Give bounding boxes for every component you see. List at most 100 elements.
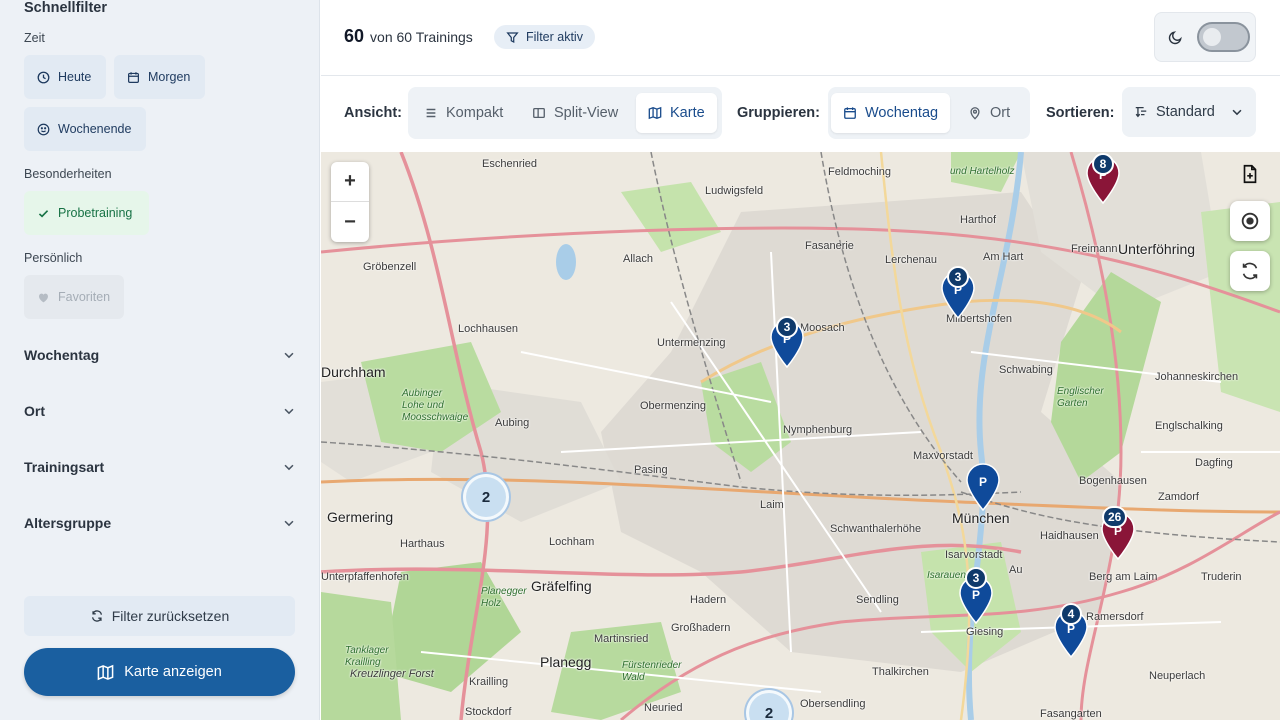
place-label: Giesing: [966, 626, 1004, 638]
chip-morgen[interactable]: Morgen: [114, 55, 205, 99]
place-label: Gräfelfing: [531, 578, 592, 594]
map-basemap: [321, 152, 1280, 720]
refresh-icon: [1242, 262, 1258, 280]
map-icon: [648, 106, 662, 120]
zoom-out-button[interactable]: −: [331, 202, 369, 242]
smile-icon: [37, 123, 50, 135]
chevron-down-icon: [284, 408, 294, 415]
place-label: Harthof: [960, 214, 997, 226]
place-label: Pasing: [634, 464, 668, 476]
filter-active-pill[interactable]: Filter aktiv: [494, 25, 595, 49]
gruppieren-label: Gruppieren:: [737, 105, 820, 121]
view-kompakt[interactable]: Kompakt: [412, 93, 515, 133]
view-karte-label: Karte: [670, 105, 705, 121]
marker-count-badge: 8: [1092, 153, 1114, 175]
place-label: Fasanerie: [805, 240, 854, 252]
view-karte[interactable]: Karte: [636, 93, 717, 133]
chevron-down-icon: [1232, 109, 1242, 116]
place-label: Laim: [760, 499, 784, 511]
filter-active-label: Filter aktiv: [526, 30, 583, 44]
accordion-wochentag-label: Wochentag: [24, 347, 100, 363]
place-label: Kreuzlinger Forst: [350, 668, 434, 680]
heart-icon: [39, 293, 48, 302]
marker-count-badge: 26: [1102, 506, 1128, 528]
calendar-icon: [844, 107, 856, 119]
locate-me-button[interactable]: [1230, 201, 1270, 241]
place-label: Au: [1009, 564, 1023, 576]
accordion-altersgruppe[interactable]: Altersgruppe: [24, 511, 296, 535]
place-label: Nymphenburg: [783, 424, 853, 436]
park-label: Planegger Holz: [481, 586, 527, 609]
export-button[interactable]: [1230, 154, 1270, 194]
section-label-besonderheiten: Besonderheiten: [24, 167, 112, 181]
place-label: Bogenhausen: [1079, 475, 1147, 487]
moon-icon: [1168, 31, 1182, 45]
place-label: Maxvorstadt: [913, 450, 973, 462]
ansicht-label: Ansicht:: [344, 105, 402, 121]
place-label: Neuried: [644, 702, 683, 714]
marker-count-badge: 4: [1060, 603, 1082, 625]
clock-icon: [37, 71, 50, 83]
zoom-control: + −: [331, 162, 369, 242]
check-icon: [38, 209, 49, 217]
marker-count-badge: 3: [776, 316, 798, 338]
map-marker-pin[interactable]: P: [965, 463, 1001, 511]
accordion-wochentag[interactable]: Wochentag: [24, 343, 296, 367]
place-label: Sendling: [856, 594, 899, 606]
chip-probetraining-label: Probetraining: [58, 206, 133, 220]
place-label: Ramersdorf: [1086, 611, 1144, 623]
accordion-trainingsart[interactable]: Trainingsart: [24, 455, 296, 479]
group-wochentag[interactable]: Wochentag: [831, 93, 951, 133]
place-label: Unterföhring: [1118, 241, 1196, 257]
chip-wochenende[interactable]: Wochenende: [24, 107, 146, 151]
place-label: Ludwigsfeld: [705, 185, 764, 197]
chip-probetraining[interactable]: Probetraining: [24, 191, 149, 235]
group-ort[interactable]: Ort: [956, 93, 1022, 133]
place-label: Lochham: [549, 536, 595, 548]
dark-mode-toggle[interactable]: [1197, 22, 1250, 52]
reload-map-button[interactable]: [1230, 251, 1270, 291]
results-count: 60 von 60 Trainings: [344, 26, 473, 47]
zoom-in-button[interactable]: +: [331, 162, 369, 202]
chip-favoriten[interactable]: Favoriten: [24, 275, 124, 319]
accordion-ort[interactable]: Ort: [24, 399, 296, 423]
results-count-number: 60: [344, 26, 365, 46]
show-map-button[interactable]: Karte anzeigen: [24, 648, 295, 696]
reset-filter-label: Filter zurücksetzen: [111, 608, 230, 624]
calendar-icon: [128, 71, 139, 83]
marker-letter: P: [979, 475, 987, 489]
park-label: Tanklager Krailling: [345, 645, 389, 668]
sortieren-label: Sortieren:: [1046, 105, 1115, 121]
sort-icon: [1135, 106, 1147, 118]
chip-heute-label: Heute: [58, 70, 92, 84]
place-label: Lerchenau: [885, 254, 937, 266]
place-label: Moosach: [800, 322, 845, 334]
sort-dropdown[interactable]: Standard: [1122, 87, 1256, 137]
marker-cluster[interactable]: 2: [463, 474, 509, 520]
view-split[interactable]: Split-View: [520, 93, 630, 133]
place-label: Hadern: [690, 594, 727, 606]
chip-favoriten-label: Favoriten: [58, 290, 111, 304]
place-label: Schwabing: [999, 364, 1053, 376]
section-label-persoenlich: Persönlich: [24, 251, 83, 265]
group-ort-label: Ort: [990, 105, 1011, 121]
place-label: München: [952, 510, 1010, 526]
group-switcher: Wochentag Ort: [828, 87, 1030, 139]
place-label: Schwanthalerhöhe: [830, 523, 922, 535]
marker-count-badge: 3: [947, 266, 969, 288]
sidebar: Schnellfilter Zeit Heute Morgen Wochenen…: [0, 0, 320, 720]
place-label: Haidhausen: [1040, 530, 1099, 542]
park-label: Fürstenrieder Wald: [622, 660, 682, 683]
show-map-label: Karte anzeigen: [124, 664, 222, 680]
marker-letter: P: [972, 588, 980, 602]
chip-heute[interactable]: Heute: [24, 55, 106, 99]
accordion-trainingsart-label: Trainingsart: [24, 459, 105, 475]
map-view[interactable]: Eschenried Ludwigsfeld Feldmoching Gröbe…: [321, 152, 1280, 720]
reset-filter-button[interactable]: Filter zurücksetzen: [24, 596, 295, 636]
place-label: Truderin: [1201, 571, 1242, 583]
accordion-altersgruppe-label: Altersgruppe: [24, 515, 112, 531]
marker-count-badge: 3: [965, 567, 987, 589]
place-label: Am Hart: [983, 251, 1024, 263]
place-label: Englschalking: [1155, 420, 1223, 432]
park-label: und Hartelholz: [950, 166, 1015, 177]
